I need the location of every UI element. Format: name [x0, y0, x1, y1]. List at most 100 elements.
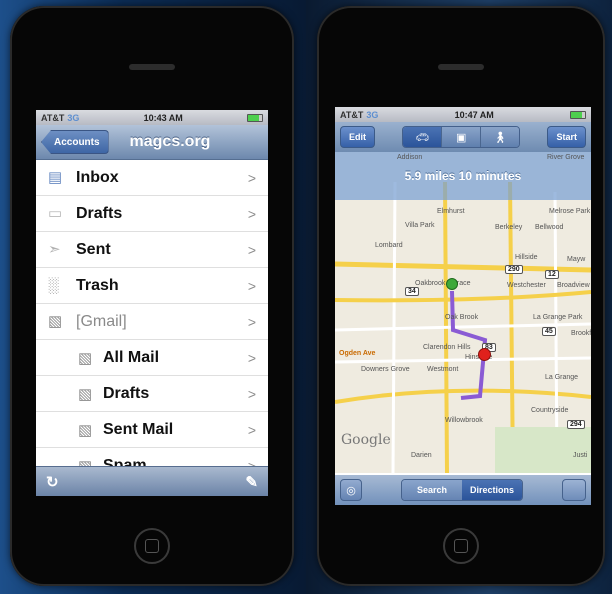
map-place-label: River Grove — [547, 154, 585, 161]
folder-icon: ▧ — [78, 349, 93, 367]
map-place-label: Ogden Ave — [339, 350, 376, 357]
network-label: 3G — [366, 109, 379, 120]
chevron-right-icon: > — [247, 169, 256, 186]
drafts-icon: ▭ — [48, 204, 63, 222]
start-button[interactable]: Start — [547, 126, 586, 148]
map-place-label: Bellwood — [535, 224, 564, 231]
chevron-right-icon: > — [247, 385, 256, 402]
folder-icon: ▧ — [48, 312, 63, 330]
search-directions-toggle: Search Directions — [401, 479, 523, 501]
chevron-right-icon: > — [247, 241, 256, 258]
compose-icon[interactable]: ✎ — [245, 473, 258, 491]
map-place-label: Downers Grove — [361, 366, 410, 373]
folder-icon: ▧ — [78, 385, 93, 403]
map-place-label: Lombard — [375, 242, 403, 249]
chevron-right-icon: > — [247, 205, 256, 222]
status-bar: AT&T 3G 10:47 AM — [335, 107, 591, 122]
map-view[interactable]: 5.9 miles 10 minutes Addison River Grove E… — [335, 152, 591, 473]
mailbox-list: ▤ Inbox > ▭ Drafts > ➣ Sent > ░ Trash > ▧ [Gmail] > ▧ Al… — [36, 160, 268, 484]
map-place-label: Countryside — [531, 407, 569, 414]
google-logo: Google — [341, 432, 391, 448]
mailbox-label: Drafts — [103, 384, 150, 402]
iphone-maps: AT&T 3G 10:47 AM Edit 🚗︎ ▣ 🚶︎ Start 5.9 … — [317, 6, 605, 586]
speaker-grille — [129, 64, 175, 70]
search-tab[interactable]: Search — [402, 480, 462, 500]
battery-icon — [570, 110, 586, 119]
bus-icon[interactable]: ▣ — [442, 127, 482, 147]
map-place-label: La Grange — [545, 374, 579, 381]
start-pin-icon[interactable] — [446, 278, 458, 290]
mailbox-row[interactable]: ▭ Drafts > — [36, 196, 268, 232]
map-place-label: Westchester — [507, 282, 546, 289]
mail-screen: AT&T 3G 10:43 AM Accounts magcs.org ▤ Inbo… — [36, 110, 268, 496]
road — [391, 181, 397, 473]
end-pin-icon[interactable] — [478, 348, 491, 361]
status-bar: AT&T 3G 10:43 AM — [36, 110, 268, 125]
route-shield: 290 — [505, 265, 523, 274]
speaker-grille — [438, 64, 484, 70]
map-place-label: Melrose Park — [549, 208, 591, 215]
park-area — [495, 427, 591, 473]
chevron-right-icon: > — [247, 421, 256, 438]
home-button[interactable] — [134, 528, 170, 564]
accounts-back-button[interactable]: Accounts — [41, 130, 109, 154]
mailbox-row[interactable]: ▤ Inbox > — [36, 160, 268, 196]
map-place-label: Mayw — [567, 256, 586, 263]
mailbox-row[interactable]: ▧ Drafts > — [36, 376, 268, 412]
directions-tab[interactable]: Directions — [462, 480, 522, 500]
transport-mode-selector: 🚗︎ ▣ 🚶︎ — [402, 126, 521, 148]
route-shield: 45 — [542, 327, 556, 336]
map-place-label: Elmhurst — [437, 208, 465, 215]
edit-button[interactable]: Edit — [340, 126, 375, 148]
mailbox-label: Sent Mail — [103, 420, 174, 438]
mailbox-row[interactable]: ▧ Sent Mail > — [36, 412, 268, 448]
mailbox-row[interactable]: ➣ Sent > — [36, 232, 268, 268]
chevron-right-icon: > — [247, 313, 256, 330]
folder-icon: ▧ — [78, 421, 93, 439]
map-background — [335, 152, 591, 473]
map-place-label: La Grange Park — [533, 314, 583, 321]
map-place-label: Darien — [411, 452, 432, 459]
mail-navbar: Accounts magcs.org — [36, 125, 268, 160]
mailbox-row[interactable]: ░ Trash > — [36, 268, 268, 304]
home-button[interactable] — [443, 528, 479, 564]
map-place-label: Villa Park — [405, 222, 435, 229]
map-place-label: Addison — [397, 154, 423, 161]
locate-me-icon[interactable]: ◎ — [340, 479, 362, 501]
refresh-icon[interactable]: ↻ — [46, 473, 59, 491]
route-shield: 12 — [545, 270, 559, 279]
map-place-label: Westmont — [427, 366, 459, 373]
mailbox-label: Sent — [76, 240, 111, 258]
mailbox-row[interactable]: ▧ All Mail > — [36, 340, 268, 376]
battery-icon — [247, 113, 263, 122]
mailbox-label: [Gmail] — [76, 312, 127, 330]
mailbox-label: Trash — [76, 276, 119, 294]
mailbox-row[interactable]: ▧ [Gmail] > — [36, 304, 268, 340]
chevron-right-icon: > — [247, 349, 256, 366]
trash-icon: ░ — [48, 276, 59, 294]
map-place-label: Broadview — [557, 282, 590, 289]
walk-icon[interactable]: 🚶︎ — [481, 127, 520, 147]
chevron-right-icon: > — [247, 277, 256, 294]
inbox-icon: ▤ — [48, 168, 63, 186]
map-place-label: Willowbrook — [445, 417, 483, 424]
map-place-label: Brookfie — [571, 330, 591, 337]
network-label: 3G — [67, 112, 80, 123]
route-shield: 294 — [567, 420, 585, 429]
car-icon[interactable]: 🚗︎ — [403, 127, 443, 147]
map-place-label: Berkeley — [495, 224, 523, 231]
carrier-label: AT&T — [41, 112, 65, 123]
page-curl-icon[interactable] — [562, 479, 586, 501]
maps-bottom-toolbar: ◎ Search Directions — [335, 475, 591, 505]
clock: 10:47 AM — [454, 109, 494, 120]
map-place-label: Oakbrook Terrace — [415, 280, 471, 287]
clock: 10:43 AM — [143, 112, 183, 123]
maps-toolbar: Edit 🚗︎ ▣ 🚶︎ Start — [335, 122, 591, 152]
map-place-label: Oak Brook — [445, 314, 479, 321]
map-place-label: Hillside — [515, 254, 538, 261]
mailbox-label: Inbox — [76, 168, 119, 186]
map-roads — [335, 152, 591, 473]
map-place-label: Clarendon Hills — [423, 344, 471, 351]
iphone-mail: AT&T 3G 10:43 AM Accounts magcs.org ▤ Inbo… — [10, 6, 294, 586]
carrier-label: AT&T — [340, 109, 364, 120]
